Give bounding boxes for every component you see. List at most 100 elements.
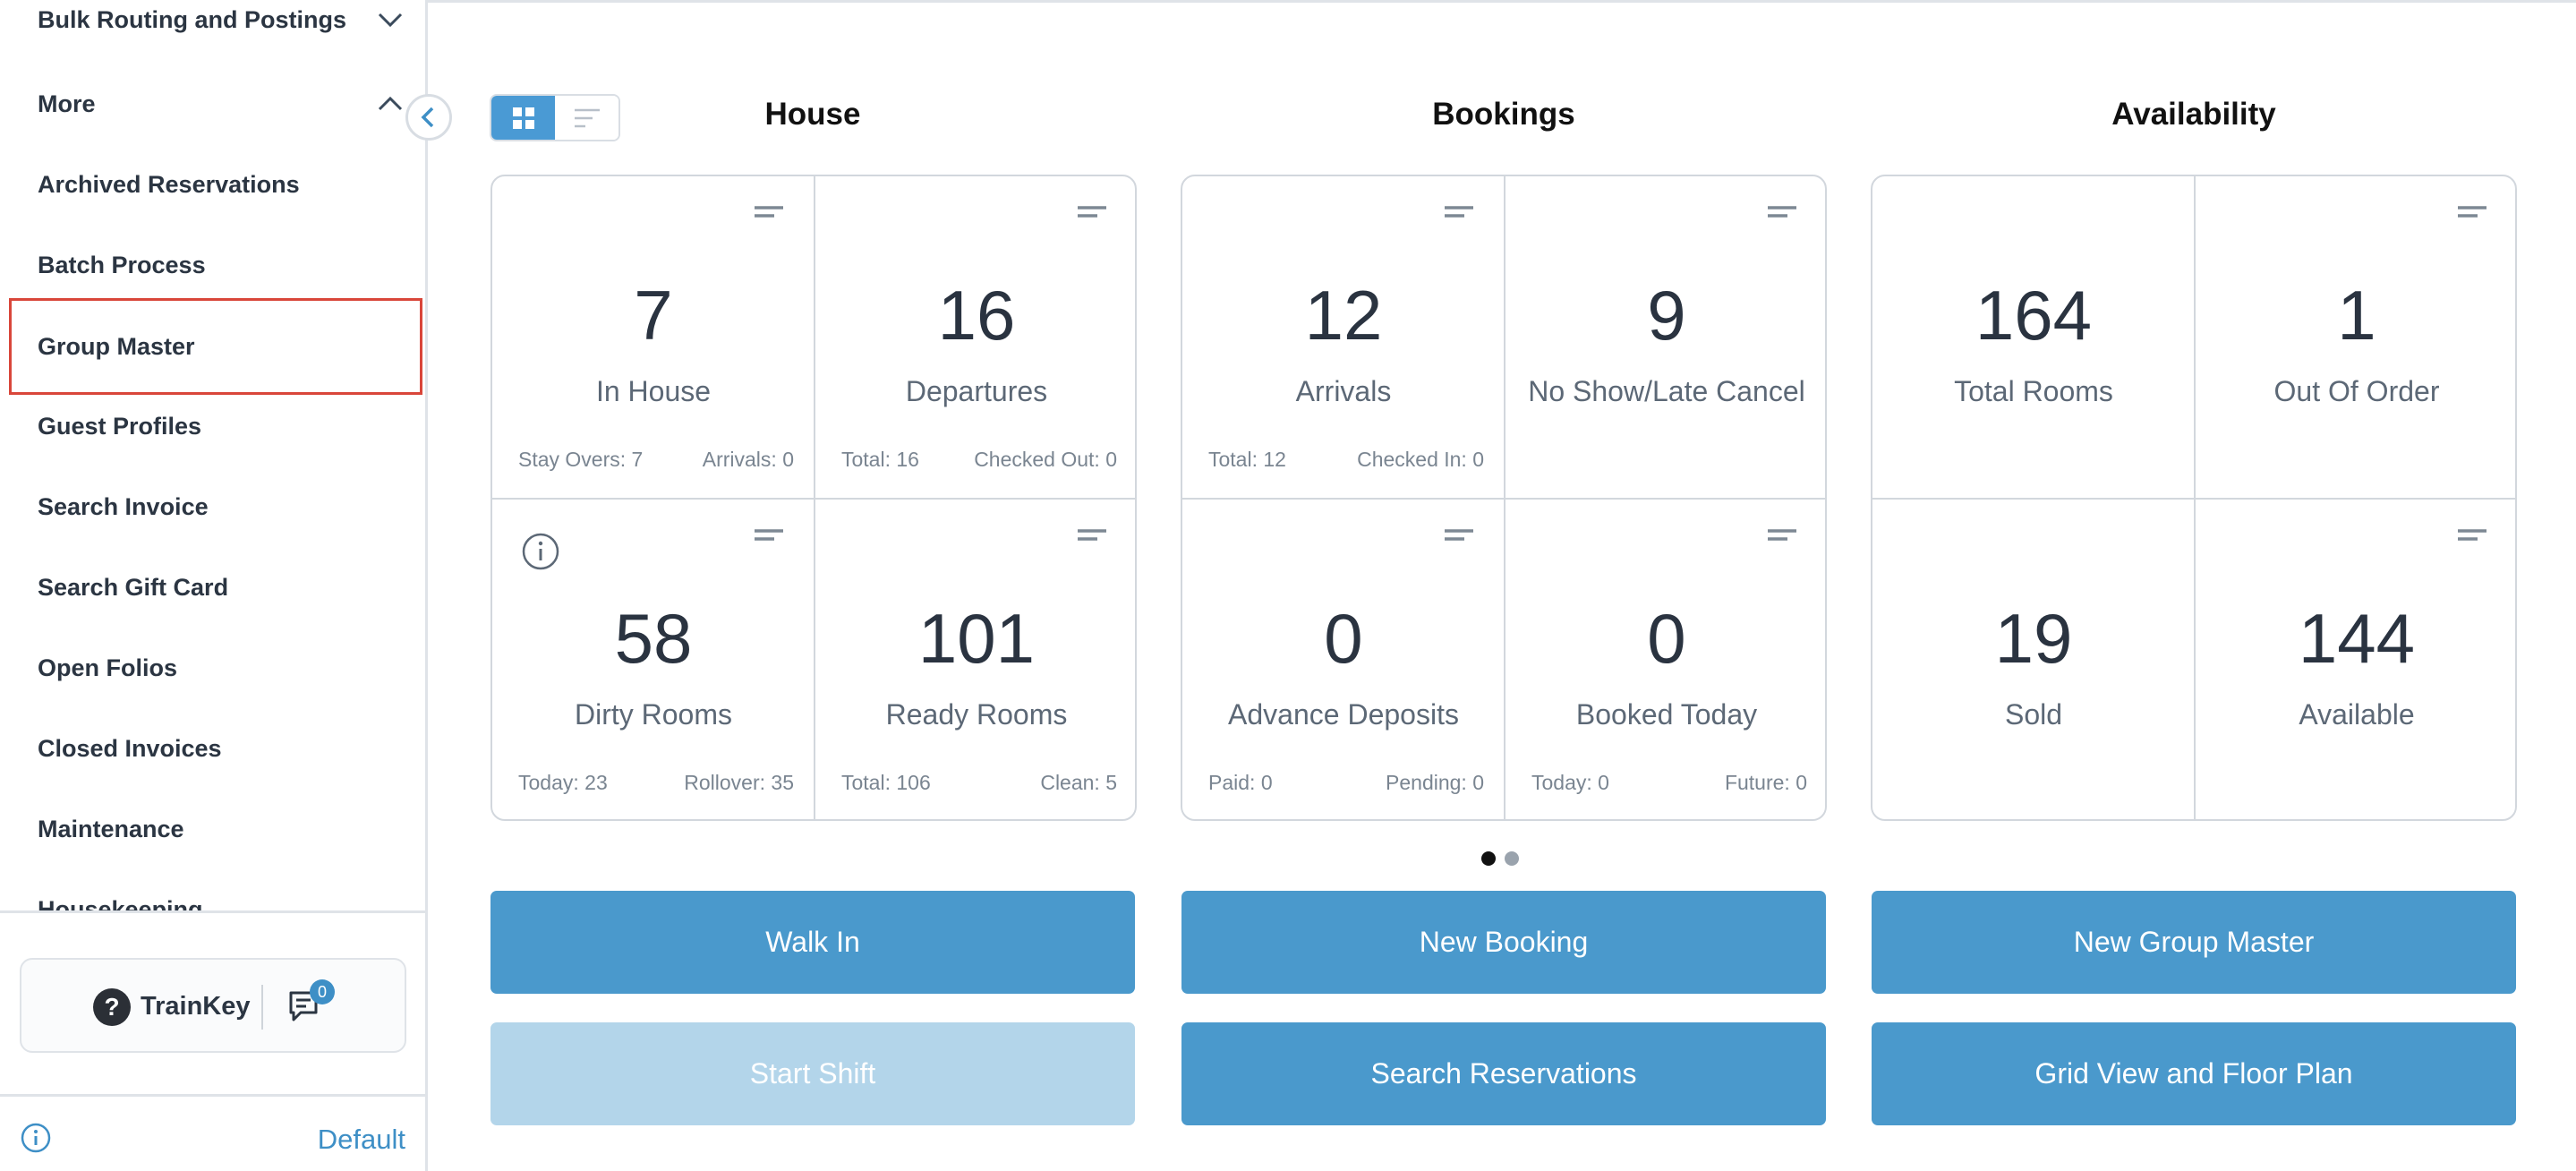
tile-sub-right: Checked In: 0 [1357,448,1484,471]
new-group-master-button[interactable]: New Group Master [1872,891,2516,994]
tile-advance-deposits[interactable]: 0 Advance Deposits Paid: 0 Pending: 0 [1182,500,1505,822]
tile-value: 16 [937,276,1016,355]
trainkey-widget: ? TrainKey 0 [20,958,406,1053]
tile-label: Sold [2004,698,2063,731]
menu-icon[interactable] [753,527,785,549]
menu-icon[interactable] [1766,527,1798,549]
tile-value: 7 [634,276,673,355]
menu-icon[interactable] [2456,204,2488,226]
menu-icon[interactable] [1766,204,1798,226]
tile-arrivals[interactable]: 12 Arrivals Total: 12 Checked In: 0 [1182,176,1505,499]
sidebar-item-label: Group Master [38,332,195,360]
tile-label: Available [2299,698,2415,731]
sidebar-item-label: More [38,90,96,117]
menu-icon[interactable] [2456,527,2488,549]
info-icon[interactable] [521,532,560,571]
tile-sub-right: Pending: 0 [1386,771,1484,794]
default-link[interactable]: Default [318,1124,405,1156]
sidebar-item-label: Archived Reservations [38,170,300,198]
sidebar-item-batch-process[interactable]: Batch Process [0,225,425,305]
tile-sub-left: Paid: 0 [1208,771,1273,794]
tile-value: 12 [1304,276,1383,355]
sidebar-item-housekeeping[interactable]: Housekeeping [0,869,425,913]
tile-sub-left: Today: 0 [1531,771,1609,794]
sidebar-item-open-folios[interactable]: Open Folios [0,628,425,708]
start-shift-button[interactable]: Start Shift [490,1022,1135,1125]
help-icon[interactable]: ? [93,988,131,1026]
sidebar-item-maintenance[interactable]: Maintenance [0,789,425,869]
tile-total-rooms[interactable]: 164 Total Rooms [1872,176,2195,499]
sidebar-item-label: Search Invoice [38,492,209,520]
sidebar-item-search-invoice[interactable]: Search Invoice [0,466,425,547]
info-icon[interactable] [20,1122,52,1154]
sidebar-item-label: Open Folios [38,654,178,681]
walk-in-button[interactable]: Walk In [490,891,1135,994]
tile-sold[interactable]: 19 Sold [1872,500,2195,822]
new-booking-button[interactable]: New Booking [1181,891,1826,994]
tile-ready-rooms[interactable]: 101 Ready Rooms Total: 106 Clean: 5 [815,500,1138,822]
sidebar-item-label: Maintenance [38,815,184,842]
sidebar-item-group-master[interactable]: Group Master [9,298,422,395]
sidebar-nav: Bulk Routing and Postings More Archived … [0,0,425,913]
divider [261,985,263,1030]
search-reservations-button[interactable]: Search Reservations [1181,1022,1826,1125]
chevron-up-icon[interactable] [375,89,405,119]
chevron-down-icon[interactable] [375,4,405,35]
tile-value: 0 [1647,599,1686,678]
tile-label: Advance Deposits [1228,698,1459,731]
tile-label: Arrivals [1295,375,1392,407]
page-dot-2[interactable] [1505,851,1519,866]
tile-value: 58 [614,599,693,678]
tile-sub-right: Rollover: 35 [684,771,794,794]
sidebar-item-guest-profiles[interactable]: Guest Profiles [0,386,425,466]
sidebar-item-more[interactable]: More [0,64,425,144]
sidebar-footer: Default [0,1094,425,1171]
sidebar-item-label: Search Gift Card [38,573,229,601]
tile-no-show-late-cancel[interactable]: 9 No Show/Late Cancel [1506,176,1828,499]
tile-value: 101 [917,599,1036,678]
sidebar-item-closed-invoices[interactable]: Closed Invoices [0,708,425,789]
menu-icon[interactable] [753,204,785,226]
collapse-sidebar-button[interactable] [405,94,452,141]
tile-out-of-order[interactable]: 1 Out Of Order [2196,176,2518,499]
tile-label: Booked Today [1575,698,1758,731]
tile-value: 144 [2298,599,2416,678]
sidebar-item-archived-reservations[interactable]: Archived Reservations [0,144,425,225]
page-dot-1[interactable] [1481,851,1496,866]
sidebar-item-label: Batch Process [38,251,206,278]
tile-sub-left: Total: 12 [1208,448,1286,471]
availability-panel: 164 Total Rooms 1 Out Of Order 19 Sold 1… [1871,175,2517,821]
menu-icon[interactable] [1076,527,1108,549]
tile-value: 164 [1975,276,2093,355]
menu-icon[interactable] [1076,204,1108,226]
tile-label: Ready Rooms [885,698,1068,731]
menu-icon[interactable] [1443,204,1475,226]
tile-in-house[interactable]: 7 In House Stay Overs: 7 Arrivals: 0 [492,176,815,499]
notification-badge: 0 [310,979,335,1004]
tile-label: Departures [905,375,1048,407]
tile-value: 0 [1324,599,1363,678]
tile-sub-right: Arrivals: 0 [702,448,794,471]
sidebar: Bulk Routing and Postings More Archived … [0,0,428,1171]
menu-icon[interactable] [1443,527,1475,549]
sidebar-item-bulk-routing[interactable]: Bulk Routing and Postings [0,0,425,60]
grid-view-floor-plan-button[interactable]: Grid View and Floor Plan [1872,1022,2516,1125]
tile-label: Total Rooms [1954,375,2113,407]
sidebar-item-label: Housekeeping [38,895,203,913]
tile-booked-today[interactable]: 0 Booked Today Today: 0 Future: 0 [1506,500,1828,822]
tile-label: In House [595,375,712,407]
tile-sub-right: Checked Out: 0 [974,448,1117,471]
sidebar-item-search-gift-card[interactable]: Search Gift Card [0,547,425,628]
chevron-left-icon [421,107,434,128]
sidebar-item-label: Closed Invoices [38,734,222,762]
tile-available[interactable]: 144 Available [2196,500,2518,822]
tile-value: 9 [1647,276,1686,355]
trainkey-label[interactable]: TrainKey [141,992,251,1021]
tile-dirty-rooms[interactable]: 58 Dirty Rooms Today: 23 Rollover: 35 [492,500,815,822]
tile-label: Dirty Rooms [574,698,732,731]
tile-departures[interactable]: 16 Departures Total: 16 Checked Out: 0 [815,176,1138,499]
section-title-bookings: Bookings [1432,97,1575,132]
tile-sub-left: Total: 106 [841,771,931,794]
tile-sub-left: Stay Overs: 7 [518,448,644,471]
tile-sub-right: Future: 0 [1724,771,1807,794]
